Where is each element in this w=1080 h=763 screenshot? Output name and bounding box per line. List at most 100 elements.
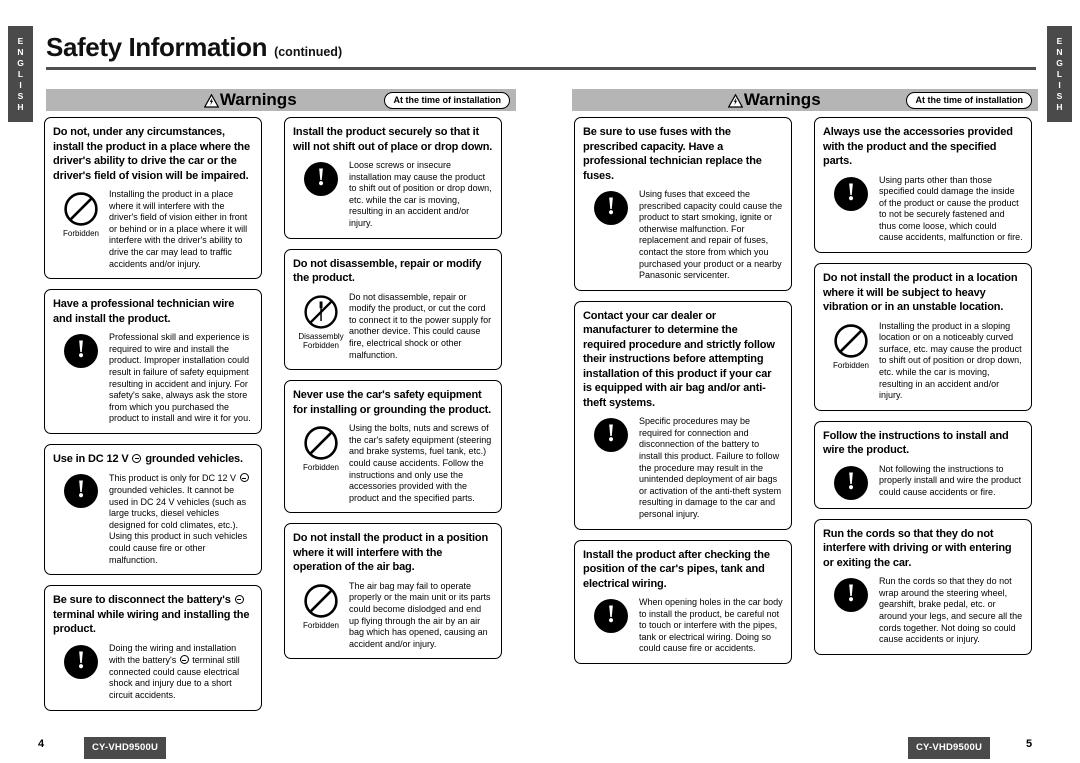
warning-box: Always use the accessories provided with… xyxy=(814,117,1032,254)
warning-text: Doing the wiring and installation with t… xyxy=(109,642,240,701)
lang-letter: L xyxy=(1056,68,1063,79)
disassembly-forbidden-icon xyxy=(303,294,339,330)
warning-body: ! Not following the instructions to prope… xyxy=(823,464,1023,500)
lang-letter: E xyxy=(1056,35,1063,46)
lang-letter: L xyxy=(17,68,24,79)
exclamation-icon: ! xyxy=(64,474,98,509)
warning-column-4: Always use the accessories provided with… xyxy=(814,117,1032,665)
warning-body: ! When opening holes in the car body to i… xyxy=(583,597,783,655)
warning-box: Install the product after checking the p… xyxy=(574,539,792,665)
warning-column-3: Be sure to use fuses with the prescribed… xyxy=(574,117,792,674)
forbidden-icon xyxy=(63,191,99,227)
warning-text: When opening holes in the car body to in… xyxy=(639,597,783,654)
warning-text: Do not disassemble, repair or modify the… xyxy=(349,291,492,360)
warning-heading: Contact your car dealer or manufacturer … xyxy=(583,309,775,409)
title-divider xyxy=(46,67,1036,70)
warning-text: Installing the product in a place where … xyxy=(109,189,248,269)
warning-text: Loose screws or insecure installation ma… xyxy=(349,160,492,228)
warning-text: Using parts other than those specified c… xyxy=(879,174,1023,243)
warning-heading: Be sure to disconnect the battery's term… xyxy=(53,594,250,636)
page-title: Safety Information xyxy=(46,32,268,62)
warning-box: Install the product securely so that it … xyxy=(284,117,502,239)
warning-body: ! Professional skill and experience is re… xyxy=(53,332,253,425)
warning-body: Disassembly Forbidden Do not disassemble,… xyxy=(293,292,493,362)
installation-time-badge-right: At the time of installation xyxy=(906,91,1032,109)
exclamation-icon: ! xyxy=(834,465,868,500)
lang-letter: E xyxy=(17,35,24,46)
warning-heading: Do not disassemble, repair or modify the… xyxy=(293,257,482,285)
exclamation-icon: ! xyxy=(834,578,868,613)
lang-letter: S xyxy=(17,90,24,101)
warning-column-2: Install the product securely so that it … xyxy=(284,117,502,669)
title-row: Safety Information (continued) xyxy=(46,32,1036,63)
lang-letter: G xyxy=(17,57,24,68)
warning-body: Forbidden The air bag may fail to operate… xyxy=(293,581,493,651)
model-chip-left: CY-VHD9500U xyxy=(84,737,166,759)
warning-body: ! Using parts other than those specified … xyxy=(823,175,1023,245)
warnings-header-left: Warnings At the time of installation xyxy=(46,89,516,111)
warning-box: Use in DC 12 V grounded vehicles.! This p… xyxy=(44,443,262,576)
warning-icon-group: ! xyxy=(823,576,879,613)
warning-heading: Run the cords so that they do not interf… xyxy=(823,527,1012,569)
warning-heading: Have a professional technician wire and … xyxy=(53,298,235,325)
exclamation-icon: ! xyxy=(594,418,628,453)
warning-box: Be sure to use fuses with the prescribed… xyxy=(574,117,792,291)
warnings-title-left: Warnings xyxy=(134,90,297,110)
lang-letter: N xyxy=(17,46,24,57)
warning-text: Using fuses that exceed the prescribed c… xyxy=(639,189,783,281)
warning-icon-group: Forbidden xyxy=(293,581,349,631)
warning-icon-group: ! xyxy=(53,643,109,679)
warning-body: ! Loose screws or insecure installation m… xyxy=(293,160,493,230)
warning-icon-group: ! xyxy=(583,597,639,634)
model-chip-right: CY-VHD9500U xyxy=(908,737,990,759)
warning-heading: Do not install the product in a position… xyxy=(293,532,489,574)
warning-text: Professional skill and experience is req… xyxy=(109,332,251,424)
lang-letter: I xyxy=(19,79,22,90)
warning-icon-group: ! xyxy=(823,175,879,211)
warning-body: ! Specific procedures may be required for… xyxy=(583,416,783,520)
installation-time-badge-left: At the time of installation xyxy=(384,91,510,109)
warning-text: Run the cords so that they do not wrap a… xyxy=(879,576,1023,645)
warning-icon-group: Forbidden xyxy=(293,423,349,473)
warning-heading: Never use the car's safety equipment for… xyxy=(293,389,492,416)
warning-text: Specific procedures may be required for … xyxy=(639,416,782,519)
warning-heading: Always use the accessories provided with… xyxy=(823,126,1013,167)
warning-icon-group: ! xyxy=(53,472,109,509)
lang-letter: H xyxy=(17,101,24,112)
warning-text: Installing the product in a sloping loca… xyxy=(879,320,1022,401)
warning-heading: Do not, under any circumstances, install… xyxy=(53,126,250,182)
warning-body: Forbidden Using the bolts, nuts and screw… xyxy=(293,423,493,504)
forbidden-icon xyxy=(303,583,339,619)
negative-terminal-symbol xyxy=(239,473,249,483)
warning-heading: Be sure to use fuses with the prescribed… xyxy=(583,126,762,182)
exclamation-icon: ! xyxy=(64,644,98,679)
warning-text: Using the bolts, nuts and screws of the … xyxy=(349,423,492,503)
warning-body: Forbidden Installing the product in a pla… xyxy=(53,189,253,270)
warning-icon-group: ! xyxy=(293,160,349,196)
page-number-left: 4 xyxy=(38,738,45,750)
warning-box: Have a professional technician wire and … xyxy=(44,289,262,434)
warning-box: Do not install the product in a position… xyxy=(284,523,502,660)
warnings-header-right: Warnings At the time of installation xyxy=(572,89,1038,111)
warning-triangle-icon xyxy=(203,94,219,108)
warning-icon-group: ! xyxy=(583,189,639,225)
warning-triangle-icon xyxy=(727,94,743,108)
warning-body: ! This product is only for DC 12 V ground… xyxy=(53,472,253,566)
lang-letter: I xyxy=(1058,79,1061,90)
warning-icon-group: Disassembly Forbidden xyxy=(293,292,349,351)
negative-terminal-symbol xyxy=(132,453,142,463)
forbidden-icon xyxy=(303,425,339,461)
language-tab-english-right: E N G L I S H xyxy=(1047,26,1072,122)
exclamation-icon: ! xyxy=(594,599,628,634)
warnings-label: Warnings xyxy=(743,90,821,109)
warning-heading: Install the product securely so that it … xyxy=(293,126,493,153)
warning-body: Forbidden Installing the product in a slo… xyxy=(823,321,1023,402)
exclamation-icon: ! xyxy=(304,162,338,196)
warning-heading: Follow the instructions to install and w… xyxy=(823,429,1009,457)
warning-box: Be sure to disconnect the battery's term… xyxy=(44,585,262,711)
exclamation-icon: ! xyxy=(834,176,868,211)
warnings-title-right: Warnings xyxy=(658,90,821,110)
warning-icon-group: ! xyxy=(823,464,879,500)
negative-terminal-symbol xyxy=(234,595,244,605)
warning-box: Follow the instructions to install and w… xyxy=(814,420,1032,509)
